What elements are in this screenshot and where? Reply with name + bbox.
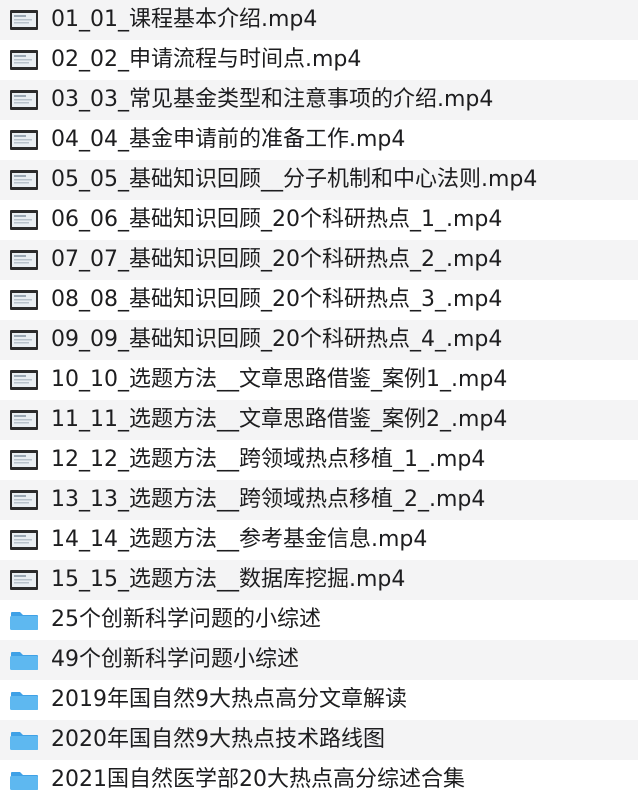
video-thumbnail-icon — [9, 48, 39, 72]
folder-icon — [9, 648, 39, 672]
list-item[interactable]: 11_11_选题方法__文章思路借鉴_案例2_.mp4 — [0, 400, 638, 440]
file-name: 05_05_基础知识回顾__分子机制和中心法则.mp4 — [51, 167, 538, 192]
list-item[interactable]: 15_15_选题方法__数据库挖掘.mp4 — [0, 560, 638, 600]
folder-icon — [9, 608, 39, 632]
list-item[interactable]: 2021国自然医学部20大热点高分综述合集 — [0, 760, 638, 800]
list-item[interactable]: 49个创新科学问题小综述 — [0, 640, 638, 680]
file-list: 01_01_课程基本介绍.mp4 02_02_申请流程与时间点.mp4 03_0… — [0, 0, 638, 804]
folder-name: 25个创新科学问题的小综述 — [51, 607, 321, 632]
file-name: 02_02_申请流程与时间点.mp4 — [51, 47, 362, 72]
list-item[interactable]: 09_09_基础知识回顾_20个科研热点_4_.mp4 — [0, 320, 638, 360]
list-item[interactable]: 02_02_申请流程与时间点.mp4 — [0, 40, 638, 80]
list-item[interactable]: 01_01_课程基本介绍.mp4 — [0, 0, 638, 40]
video-thumbnail-icon — [9, 568, 39, 592]
file-name: 04_04_基金申请前的准备工作.mp4 — [51, 127, 406, 152]
list-item[interactable]: 25个创新科学问题的小综述 — [0, 600, 638, 640]
file-name: 07_07_基础知识回顾_20个科研热点_2_.mp4 — [51, 247, 503, 272]
list-item[interactable]: 14_14_选题方法__参考基金信息.mp4 — [0, 520, 638, 560]
list-item[interactable]: 05_05_基础知识回顾__分子机制和中心法则.mp4 — [0, 160, 638, 200]
folder-name: 2020年国自然9大热点技术路线图 — [51, 727, 385, 752]
folder-name: 2021国自然医学部20大热点高分综述合集 — [51, 767, 465, 792]
video-thumbnail-icon — [9, 288, 39, 312]
file-name: 01_01_课程基本介绍.mp4 — [51, 7, 318, 32]
video-thumbnail-icon — [9, 448, 39, 472]
list-item[interactable]: 13_13_选题方法__跨领域热点移植_2_.mp4 — [0, 480, 638, 520]
file-name: 14_14_选题方法__参考基金信息.mp4 — [51, 527, 428, 552]
file-name: 09_09_基础知识回顾_20个科研热点_4_.mp4 — [51, 327, 503, 352]
video-thumbnail-icon — [9, 128, 39, 152]
file-name: 13_13_选题方法__跨领域热点移植_2_.mp4 — [51, 487, 486, 512]
video-thumbnail-icon — [9, 408, 39, 432]
file-name: 15_15_选题方法__数据库挖掘.mp4 — [51, 567, 406, 592]
folder-name: 2019年国自然9大热点高分文章解读 — [51, 687, 407, 712]
file-name: 06_06_基础知识回顾_20个科研热点_1_.mp4 — [51, 207, 503, 232]
list-item[interactable]: 04_04_基金申请前的准备工作.mp4 — [0, 120, 638, 160]
video-thumbnail-icon — [9, 528, 39, 552]
video-thumbnail-icon — [9, 168, 39, 192]
list-item[interactable]: 10_10_选题方法__文章思路借鉴_案例1_.mp4 — [0, 360, 638, 400]
video-thumbnail-icon — [9, 8, 39, 32]
list-item[interactable]: 2020年国自然9大热点技术路线图 — [0, 720, 638, 760]
list-item[interactable]: 2019年国自然9大热点高分文章解读 — [0, 680, 638, 720]
video-thumbnail-icon — [9, 488, 39, 512]
list-item[interactable]: 08_08_基础知识回顾_20个科研热点_3_.mp4 — [0, 280, 638, 320]
video-thumbnail-icon — [9, 368, 39, 392]
folder-icon — [9, 768, 39, 792]
file-name: 11_11_选题方法__文章思路借鉴_案例2_.mp4 — [51, 407, 508, 432]
video-thumbnail-icon — [9, 328, 39, 352]
folder-icon — [9, 688, 39, 712]
video-thumbnail-icon — [9, 88, 39, 112]
list-item[interactable]: 03_03_常见基金类型和注意事项的介绍.mp4 — [0, 80, 638, 120]
file-name: 08_08_基础知识回顾_20个科研热点_3_.mp4 — [51, 287, 503, 312]
file-name: 03_03_常见基金类型和注意事项的介绍.mp4 — [51, 87, 494, 112]
video-thumbnail-icon — [9, 248, 39, 272]
folder-icon — [9, 728, 39, 752]
list-item[interactable]: 12_12_选题方法__跨领域热点移植_1_.mp4 — [0, 440, 638, 480]
video-thumbnail-icon — [9, 208, 39, 232]
file-name: 12_12_选题方法__跨领域热点移植_1_.mp4 — [51, 447, 486, 472]
list-item[interactable]: 06_06_基础知识回顾_20个科研热点_1_.mp4 — [0, 200, 638, 240]
list-item[interactable]: 07_07_基础知识回顾_20个科研热点_2_.mp4 — [0, 240, 638, 280]
file-name: 10_10_选题方法__文章思路借鉴_案例1_.mp4 — [51, 367, 508, 392]
folder-name: 49个创新科学问题小综述 — [51, 647, 299, 672]
